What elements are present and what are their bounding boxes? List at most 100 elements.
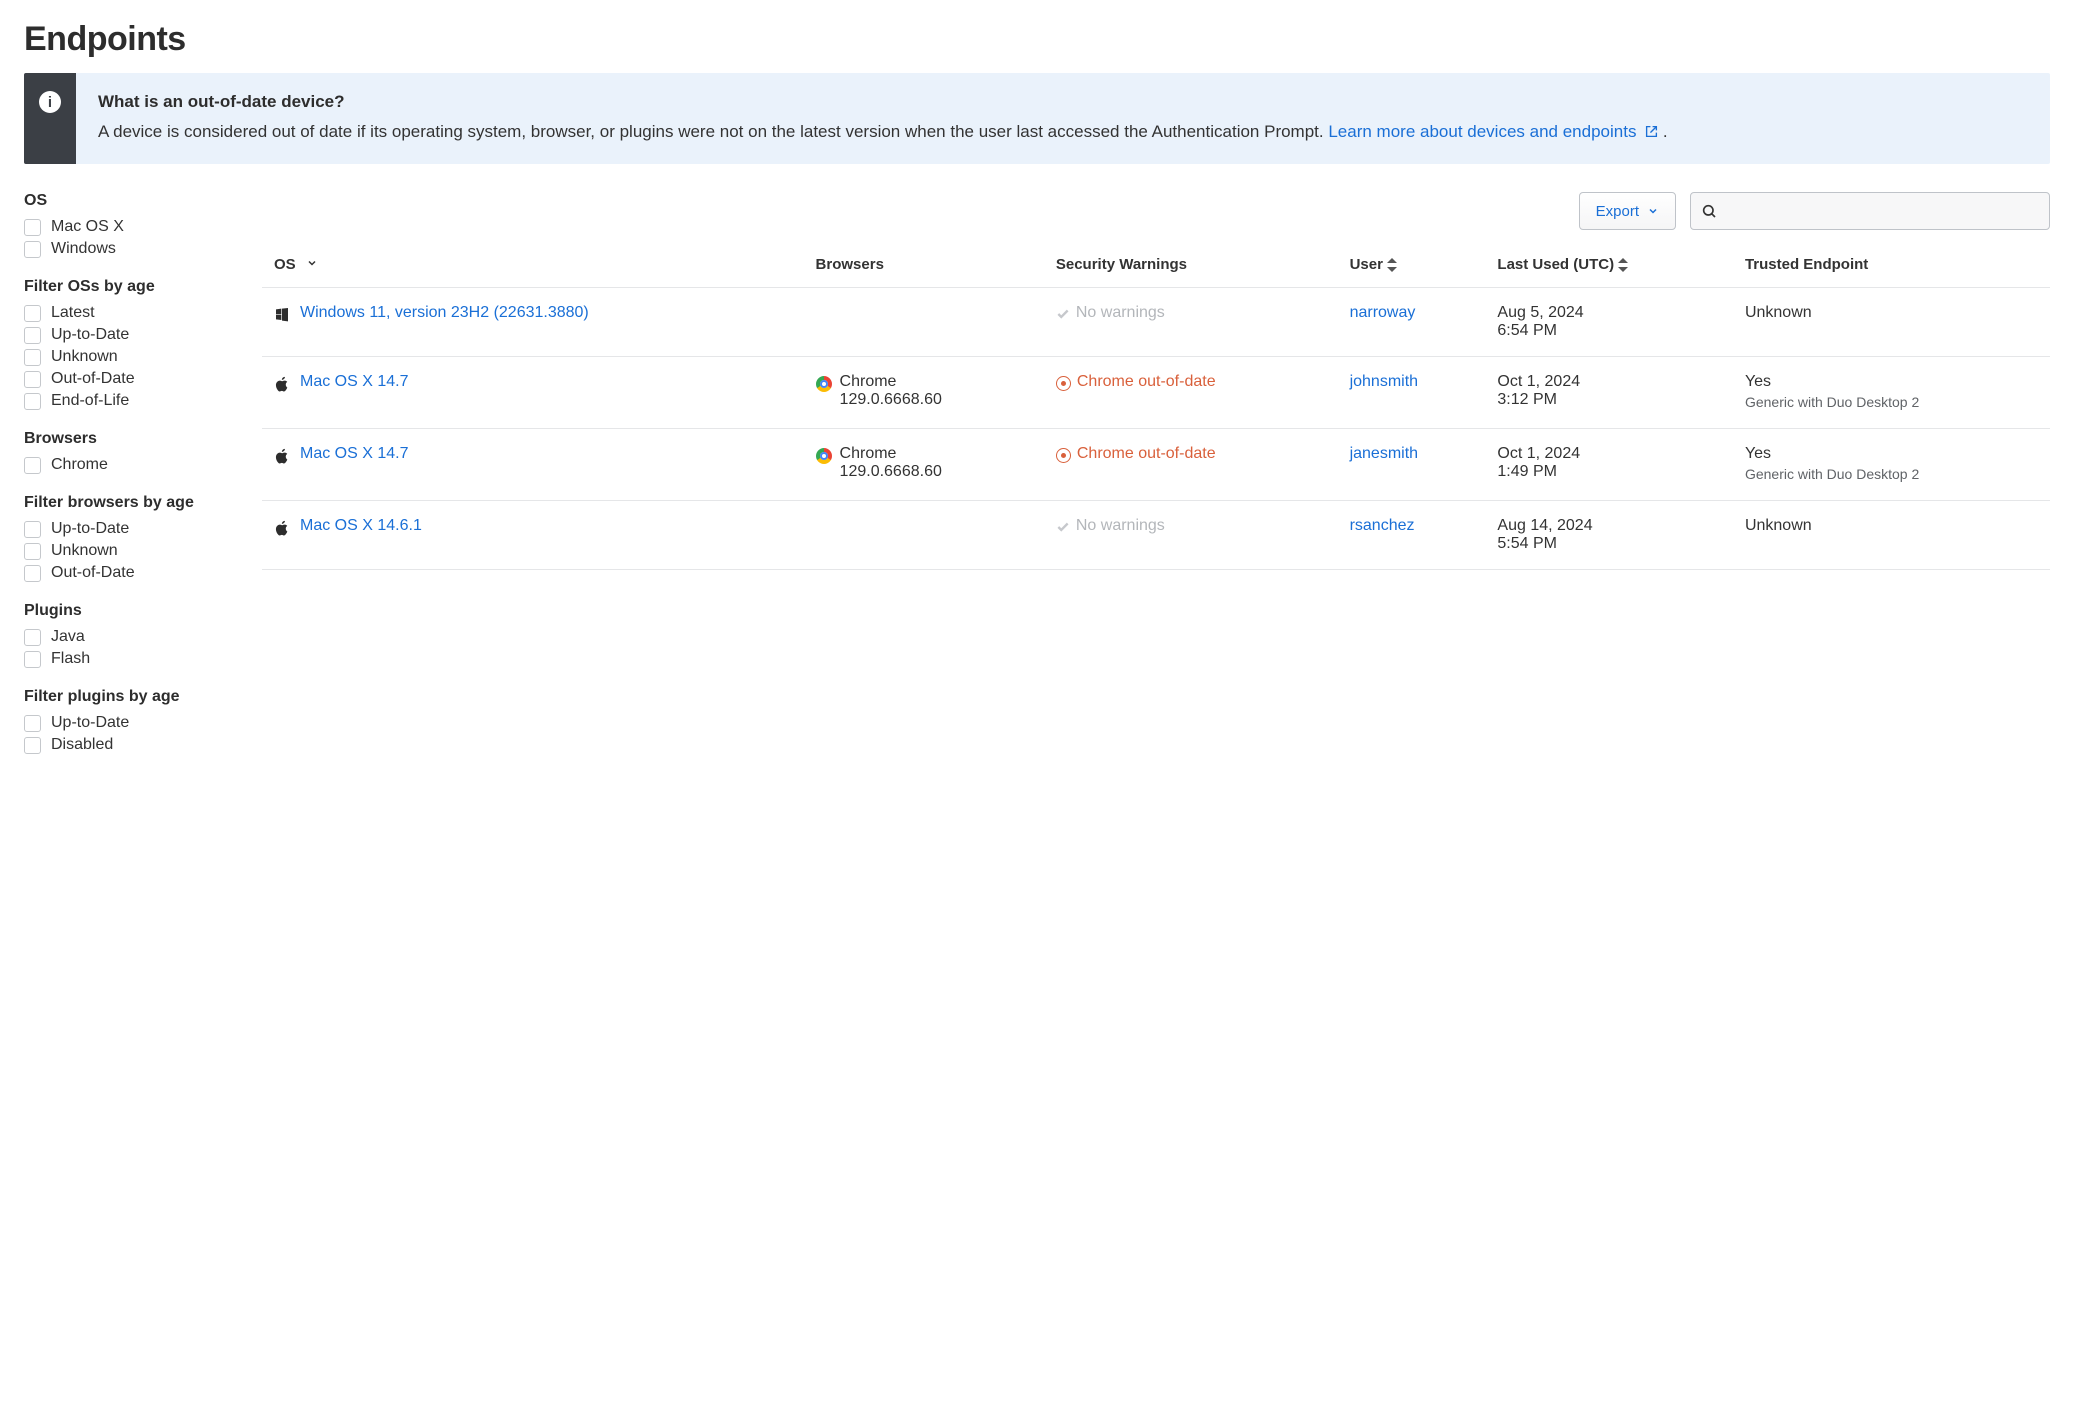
warning-icon: [1056, 376, 1071, 391]
export-button[interactable]: Export: [1579, 192, 1676, 230]
col-header-lastused[interactable]: Last Used (UTC): [1485, 242, 1733, 288]
check-icon: [1056, 520, 1070, 534]
filter-label: Latest: [51, 304, 95, 322]
checkbox-icon: [24, 565, 41, 582]
info-banner: i What is an out-of-date device? A devic…: [24, 73, 2050, 164]
filter-osage-endoflife[interactable]: End-of-Life: [24, 390, 234, 412]
col-label: Trusted Endpoint: [1745, 256, 1868, 273]
filter-osage-latest[interactable]: Latest: [24, 302, 234, 324]
filter-group-plugins: Plugins Java Flash: [24, 602, 234, 670]
os-link[interactable]: Mac OS X 14.7: [300, 373, 409, 391]
chrome-icon: [816, 448, 832, 464]
endpoints-table: OS Browsers Security Warnings User Last …: [262, 242, 2050, 570]
apple-icon: [274, 447, 290, 465]
checkbox-icon: [24, 349, 41, 366]
table-row: Mac OS X 14.7 Chrome 129.0.6668.60 Chrom…: [262, 357, 2050, 429]
toolbar: Export: [262, 192, 2050, 230]
user-link[interactable]: johnsmith: [1350, 373, 1418, 390]
check-icon: [1056, 307, 1070, 321]
last-used-cell: Aug 5, 20246:54 PM: [1485, 288, 1733, 357]
col-header-browsers[interactable]: Browsers: [804, 242, 1044, 288]
filter-group-plugins-age: Filter plugins by age Up-to-Date Disable…: [24, 688, 234, 756]
os-link[interactable]: Mac OS X 14.7: [300, 445, 409, 463]
checkbox-icon: [24, 305, 41, 322]
filter-heading-os: OS: [24, 192, 234, 210]
os-link[interactable]: Windows 11, version 23H2 (22631.3880): [300, 304, 589, 322]
checkbox-icon: [24, 457, 41, 474]
filter-label: Out-of-Date: [51, 370, 135, 388]
filter-browage-unknown[interactable]: Unknown: [24, 540, 234, 562]
last-used-cell: Oct 1, 20241:49 PM: [1485, 428, 1733, 500]
filter-group-os: OS Mac OS X Windows: [24, 192, 234, 260]
filter-label: Up-to-Date: [51, 326, 129, 344]
security-warning: Chrome out-of-date: [1056, 373, 1326, 391]
col-label: Browsers: [816, 256, 884, 273]
warning-icon: [1056, 448, 1071, 463]
filter-browage-outofdate[interactable]: Out-of-Date: [24, 562, 234, 584]
user-link[interactable]: narroway: [1350, 304, 1416, 321]
col-header-os[interactable]: OS: [262, 242, 804, 288]
last-used-cell: Aug 14, 20245:54 PM: [1485, 500, 1733, 569]
checkbox-icon: [24, 521, 41, 538]
chevron-down-icon: [1647, 205, 1659, 217]
filter-browage-uptodate[interactable]: Up-to-Date: [24, 518, 234, 540]
checkbox-icon: [24, 543, 41, 560]
table-row: Mac OS X 14.7 Chrome 129.0.6668.60 Chrom…: [262, 428, 2050, 500]
info-body-text: A device is considered out of date if it…: [98, 122, 1328, 141]
checkbox-icon: [24, 219, 41, 236]
col-header-user[interactable]: User: [1338, 242, 1486, 288]
external-link-icon: [1645, 120, 1658, 146]
chevron-down-icon: [306, 257, 318, 269]
info-icon-column: i: [24, 73, 76, 164]
filter-group-browsers: Browsers Chrome: [24, 430, 234, 476]
col-label: Last Used (UTC): [1497, 256, 1614, 273]
filter-label: Up-to-Date: [51, 520, 129, 538]
table-area: Export OS Browsers Security Warnings: [262, 192, 2050, 774]
filter-label: Unknown: [51, 542, 118, 560]
filter-os-windows[interactable]: Windows: [24, 238, 234, 260]
user-link[interactable]: janesmith: [1350, 445, 1418, 462]
col-label: OS: [274, 256, 296, 273]
filter-osage-outofdate[interactable]: Out-of-Date: [24, 368, 234, 390]
col-header-security[interactable]: Security Warnings: [1044, 242, 1338, 288]
windows-icon: [274, 306, 290, 322]
filter-plugin-java[interactable]: Java: [24, 626, 234, 648]
filter-plugage-uptodate[interactable]: Up-to-Date: [24, 712, 234, 734]
filter-heading-browsers-age: Filter browsers by age: [24, 494, 234, 512]
filter-osage-uptodate[interactable]: Up-to-Date: [24, 324, 234, 346]
col-header-trusted[interactable]: Trusted Endpoint: [1733, 242, 2050, 288]
info-link-text: Learn more about devices and endpoints: [1328, 122, 1636, 141]
browser-version: 129.0.6668.60: [840, 463, 942, 481]
browser-version: 129.0.6668.60: [840, 391, 942, 409]
filter-group-os-age: Filter OSs by age Latest Up-to-Date Unkn…: [24, 278, 234, 412]
chrome-icon: [816, 376, 832, 392]
filter-plugin-flash[interactable]: Flash: [24, 648, 234, 670]
browser-name: Chrome: [840, 373, 942, 391]
col-label: User: [1350, 256, 1383, 273]
security-warning: Chrome out-of-date: [1056, 445, 1326, 463]
security-no-warnings: No warnings: [1056, 304, 1326, 322]
filter-plugage-disabled[interactable]: Disabled: [24, 734, 234, 756]
user-link[interactable]: rsanchez: [1350, 517, 1415, 534]
search-input[interactable]: [1723, 193, 2039, 229]
trusted-cell: YesGeneric with Duo Desktop 2: [1733, 357, 2050, 429]
filter-label: Windows: [51, 240, 116, 258]
filter-heading-plugins: Plugins: [24, 602, 234, 620]
os-link[interactable]: Mac OS X 14.6.1: [300, 517, 422, 535]
filter-label: Chrome: [51, 456, 108, 474]
filter-osage-unknown[interactable]: Unknown: [24, 346, 234, 368]
page-title: Endpoints: [24, 20, 2050, 59]
filter-browser-chrome[interactable]: Chrome: [24, 454, 234, 476]
trusted-cell: Unknown: [1733, 288, 2050, 357]
filter-os-macosx[interactable]: Mac OS X: [24, 216, 234, 238]
trusted-cell: YesGeneric with Duo Desktop 2: [1733, 428, 2050, 500]
table-row: Mac OS X 14.6.1 No warningsrsanchezAug 1…: [262, 500, 2050, 569]
checkbox-icon: [24, 629, 41, 646]
info-icon: i: [39, 91, 61, 113]
checkbox-icon: [24, 371, 41, 388]
info-learn-more-link[interactable]: Learn more about devices and endpoints: [1328, 122, 1663, 141]
filter-label: Mac OS X: [51, 218, 124, 236]
checkbox-icon: [24, 737, 41, 754]
search-box[interactable]: [1690, 192, 2050, 230]
filter-heading-plugins-age: Filter plugins by age: [24, 688, 234, 706]
